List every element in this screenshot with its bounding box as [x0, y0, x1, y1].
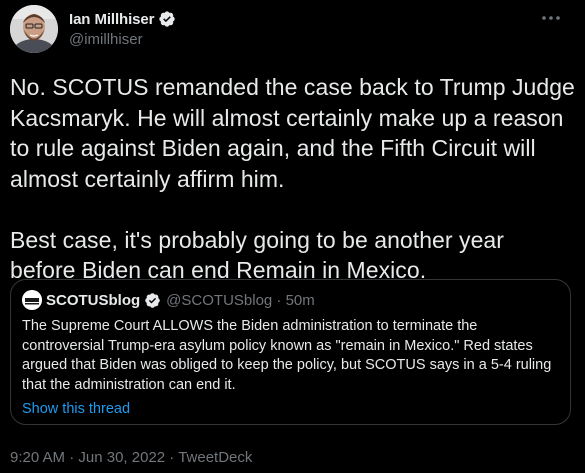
separator: ·: [165, 449, 179, 466]
more-horizontal-icon[interactable]: [539, 8, 563, 28]
author-name[interactable]: Ian Millhiser: [69, 11, 154, 28]
tweet-time[interactable]: 9:20 AM: [10, 449, 65, 466]
tweet-timestamp: 9:20 AM · Jun 30, 2022 · TweetDeck: [10, 449, 252, 466]
tweet-source[interactable]: TweetDeck: [178, 449, 252, 466]
tweet-text: No. SCOTUS remanded the case back to Tru…: [10, 74, 575, 283]
author-info: Ian Millhiser @imillhiser: [69, 9, 176, 48]
separator: ·: [65, 449, 79, 466]
show-thread-link[interactable]: Show this thread: [22, 401, 130, 417]
quoted-tweet-text: The Supreme Court ALLOWS the Biden admin…: [22, 318, 552, 393]
tweet: Ian Millhiser @imillhiser No. SCOTUS rem…: [0, 0, 585, 473]
author-photo: [10, 5, 58, 53]
author-handle[interactable]: @imillhiser: [69, 31, 176, 48]
author-avatar[interactable]: [10, 5, 58, 53]
quoted-author-name: SCOTUSblog: [46, 291, 141, 309]
scotusblog-logo: [22, 290, 42, 310]
quoted-tweet[interactable]: SCOTUSblog @SCOTUSblog · 50m The Supreme…: [10, 279, 571, 425]
verified-badge-icon: [159, 11, 176, 27]
quoted-handle-time: @SCOTUSblog · 50m: [166, 291, 315, 309]
quoted-tweet-header: SCOTUSblog @SCOTUSblog · 50m: [22, 290, 315, 310]
verified-badge-icon: [145, 292, 160, 308]
tweet-date[interactable]: Jun 30, 2022: [78, 449, 165, 466]
